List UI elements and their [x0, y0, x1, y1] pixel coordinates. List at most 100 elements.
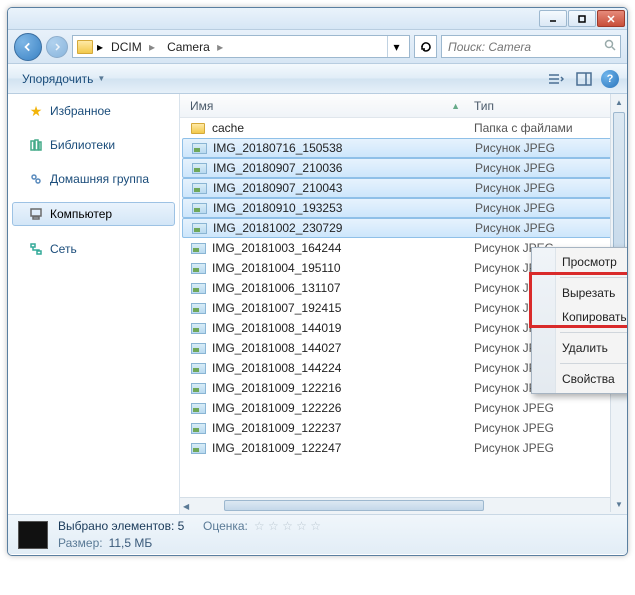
image-file-icon	[191, 201, 207, 215]
image-file-icon	[191, 141, 207, 155]
image-file-icon	[190, 301, 206, 315]
file-type: Рисунок JPEG	[475, 201, 624, 215]
image-file-icon	[190, 321, 206, 335]
column-header-name[interactable]: Имя ▲	[180, 99, 470, 113]
sidebar-label: Компьютер	[50, 207, 112, 221]
content-pane: Имя ▲ Тип cacheПапка с файламиIMG_201807…	[180, 94, 627, 514]
refresh-button[interactable]	[414, 35, 437, 58]
file-row[interactable]: IMG_20181009_122226Рисунок JPEG	[180, 398, 627, 418]
explorer-window: ▸ DCIM ▸ Camera ▸ ▾ Упорядочить ▼	[7, 7, 628, 556]
sidebar-item-computer[interactable]: Компьютер	[12, 202, 175, 226]
sidebar-item-homegroup[interactable]: Домашняя группа	[8, 168, 179, 190]
context-menu-cut[interactable]: Вырезать	[534, 281, 627, 305]
file-type: Рисунок JPEG	[474, 401, 627, 415]
sidebar-label: Избранное	[50, 104, 111, 118]
sidebar-item-network[interactable]: Сеть	[8, 238, 179, 260]
file-name: IMG_20181004_195110	[212, 261, 474, 275]
minimize-button[interactable]	[539, 10, 567, 27]
homegroup-icon	[28, 171, 44, 187]
file-name: IMG_20181009_122237	[212, 421, 474, 435]
file-type: Рисунок JPEG	[475, 181, 624, 195]
image-file-icon	[190, 261, 206, 275]
navigation-pane: ★ Избранное Библиотеки Домашняя груп	[8, 94, 180, 514]
status-bar: Выбрано элементов: 5 Оценка: ☆ ☆ ☆ ☆ ☆ Р…	[8, 514, 627, 554]
file-row[interactable]: IMG_20181009_122237Рисунок JPEG	[180, 418, 627, 438]
folder-icon	[77, 40, 93, 54]
image-file-icon	[191, 181, 207, 195]
scroll-down-icon[interactable]: ▼	[613, 497, 625, 511]
image-file-icon	[190, 441, 206, 455]
preview-pane-button[interactable]	[573, 69, 595, 89]
file-row[interactable]: IMG_20180716_150538Рисунок JPEG	[182, 138, 625, 158]
libraries-icon	[28, 137, 44, 153]
context-menu-properties[interactable]: Свойства	[534, 367, 627, 391]
rating-label: Оценка:	[203, 518, 248, 535]
image-file-icon	[190, 381, 206, 395]
sidebar-item-favorites[interactable]: ★ Избранное	[8, 100, 179, 122]
scrollbar-thumb[interactable]	[224, 500, 484, 511]
forward-button[interactable]	[46, 36, 68, 58]
image-file-icon	[190, 361, 206, 375]
image-file-icon	[190, 341, 206, 355]
computer-icon	[28, 206, 44, 222]
file-row[interactable]: IMG_20181002_230729Рисунок JPEG	[182, 218, 625, 238]
sidebar-label: Библиотеки	[50, 138, 115, 152]
search-box[interactable]	[441, 35, 621, 58]
breadcrumb-dcim[interactable]: DCIM ▸	[107, 40, 159, 54]
image-file-icon	[191, 161, 207, 175]
address-dropdown[interactable]: ▾	[387, 36, 405, 57]
address-bar[interactable]: ▸ DCIM ▸ Camera ▸ ▾	[72, 35, 410, 58]
file-name: IMG_20181008_144019	[212, 321, 474, 335]
file-row[interactable]: IMG_20180910_193253Рисунок JPEG	[182, 198, 625, 218]
organize-button[interactable]: Упорядочить ▼	[16, 70, 111, 88]
breadcrumb-camera[interactable]: Camera ▸	[163, 40, 227, 54]
close-button[interactable]	[597, 10, 625, 27]
view-options-button[interactable]	[545, 69, 567, 89]
rating-stars[interactable]: ☆ ☆ ☆ ☆ ☆	[254, 518, 321, 535]
organize-label: Упорядочить	[22, 72, 93, 86]
image-file-icon	[191, 221, 207, 235]
maximize-button[interactable]	[568, 10, 596, 27]
file-name: IMG_20180907_210036	[213, 161, 475, 175]
scroll-up-icon[interactable]: ▲	[613, 95, 625, 109]
search-icon	[604, 39, 616, 54]
file-type: Рисунок JPEG	[475, 161, 624, 175]
horizontal-scrollbar[interactable]: ◀ ▶	[180, 497, 627, 514]
file-name: IMG_20181009_122247	[212, 441, 474, 455]
chevron-down-icon: ▼	[97, 74, 105, 83]
file-row[interactable]: IMG_20180907_210036Рисунок JPEG	[182, 158, 625, 178]
help-button[interactable]: ?	[601, 70, 619, 88]
file-name: IMG_20181009_122226	[212, 401, 474, 415]
file-type: Рисунок JPEG	[474, 441, 627, 455]
folder-icon	[190, 121, 206, 135]
file-name: IMG_20180716_150538	[213, 141, 475, 155]
file-row[interactable]: cacheПапка с файлами	[180, 118, 627, 138]
toolbar: Упорядочить ▼ ?	[8, 64, 627, 94]
sidebar-label: Домашняя группа	[50, 172, 149, 186]
file-row[interactable]: IMG_20180907_210043Рисунок JPEG	[182, 178, 625, 198]
context-menu-copy[interactable]: Копировать	[534, 305, 627, 329]
sidebar-item-libraries[interactable]: Библиотеки	[8, 134, 179, 156]
back-button[interactable]	[14, 33, 42, 61]
column-header-type[interactable]: Тип	[470, 99, 627, 113]
file-type: Рисунок JPEG	[475, 141, 624, 155]
size-value: 11,5 МБ	[109, 535, 153, 552]
navbar: ▸ DCIM ▸ Camera ▸ ▾	[8, 30, 627, 64]
titlebar	[8, 8, 627, 30]
context-menu-delete[interactable]: Удалить	[534, 336, 627, 360]
file-row[interactable]: IMG_20181009_122247Рисунок JPEG	[180, 438, 627, 458]
file-name: IMG_20181008_144224	[212, 361, 474, 375]
context-menu-view[interactable]: Просмотр	[534, 250, 627, 274]
file-name: cache	[212, 121, 474, 135]
sidebar-label: Сеть	[50, 242, 77, 256]
file-name: IMG_20181002_230729	[213, 221, 475, 235]
star-icon: ★	[28, 103, 44, 119]
search-input[interactable]	[446, 39, 604, 55]
file-name: IMG_20180910_193253	[213, 201, 475, 215]
image-file-icon	[190, 241, 206, 255]
file-type: Папка с файлами	[474, 121, 627, 135]
size-label: Размер:	[58, 535, 103, 552]
file-name: IMG_20181008_144027	[212, 341, 474, 355]
selection-thumbnail	[18, 521, 48, 549]
file-name: IMG_20180907_210043	[213, 181, 475, 195]
